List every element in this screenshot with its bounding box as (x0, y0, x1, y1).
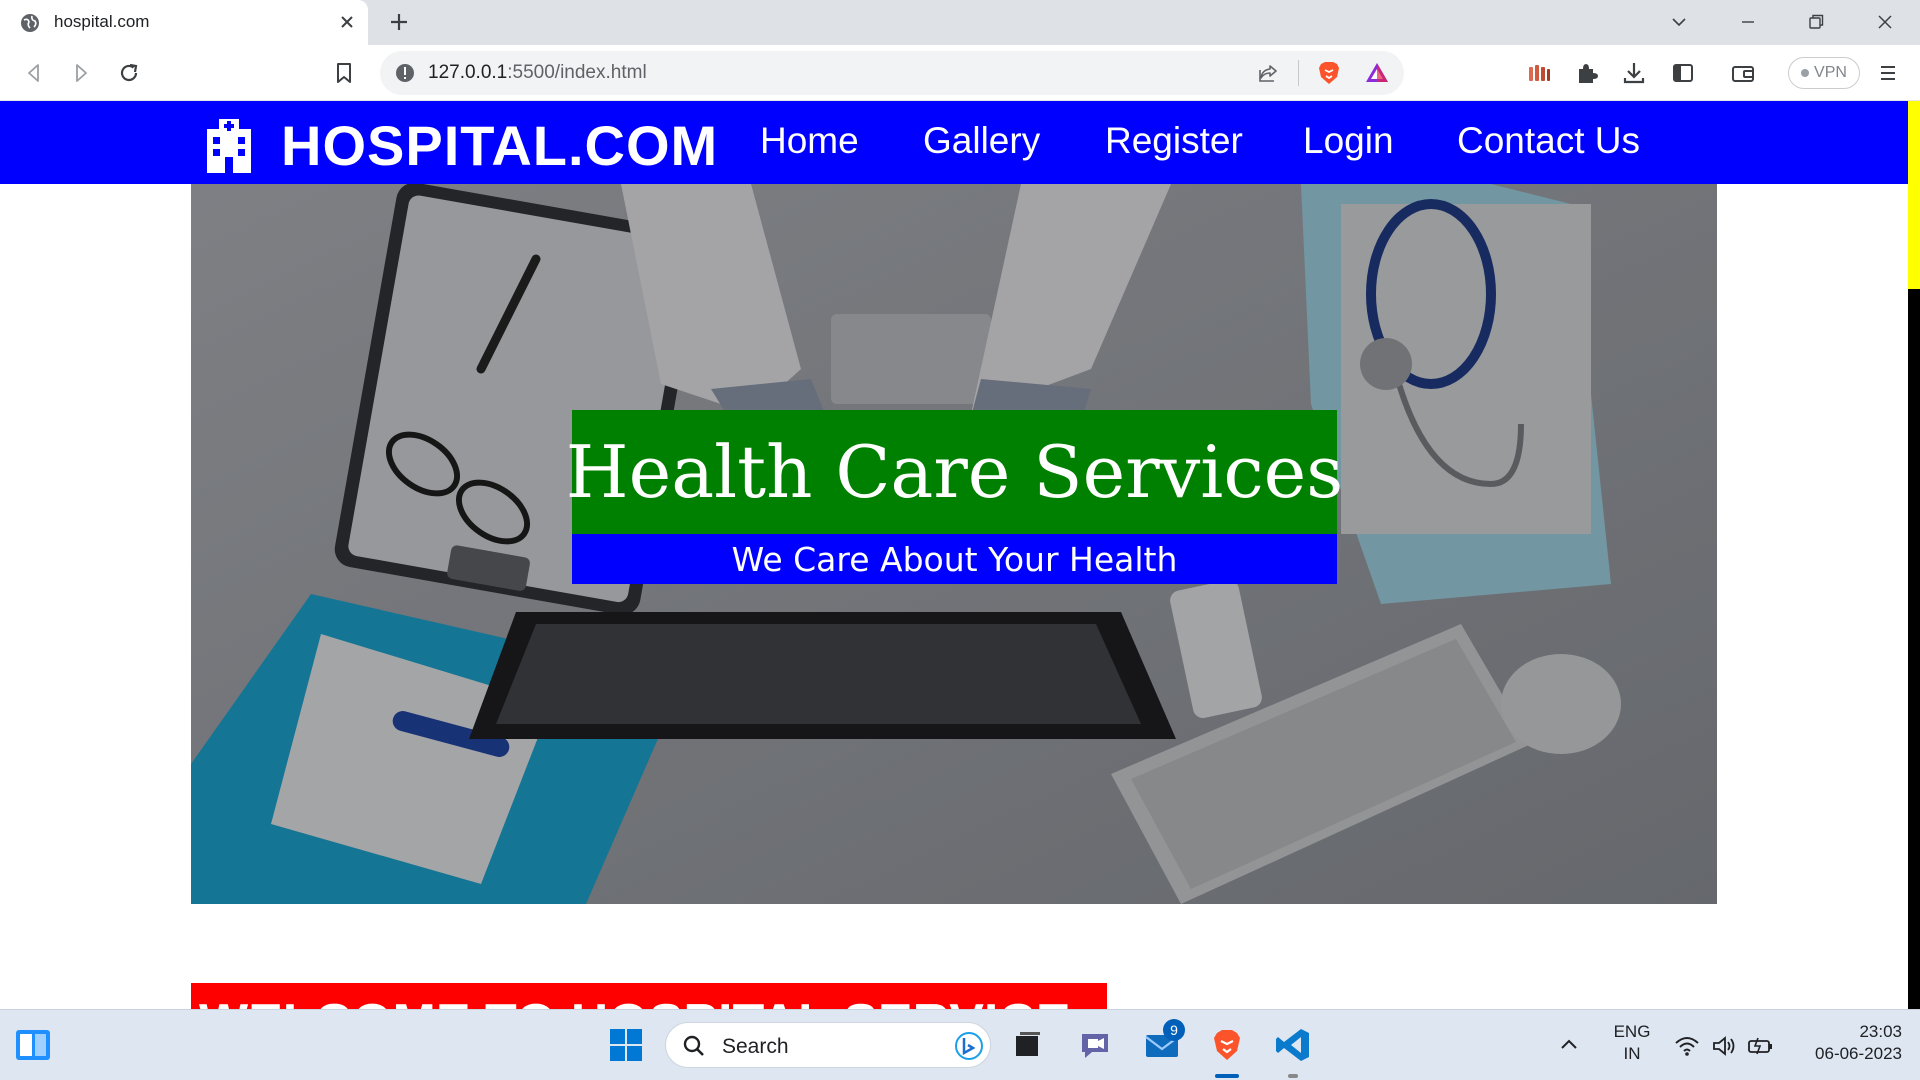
hero-title: Health Care Services (566, 410, 1343, 534)
nav-contact-us[interactable]: Contact Us (1457, 120, 1640, 162)
language-indicator[interactable]: ENG IN (1606, 1021, 1658, 1065)
brave-active-indicator (1215, 1074, 1239, 1078)
close-window-icon[interactable] (1873, 10, 1897, 34)
vscode-icon[interactable] (1274, 1026, 1312, 1064)
nav-login[interactable]: Login (1303, 120, 1394, 162)
vscode-running-indicator (1288, 1074, 1298, 1078)
clock-date: 06-06-2023 (1815, 1044, 1902, 1063)
search-icon (683, 1035, 704, 1056)
windows-taskbar: Search 9 ENG IN 23:03 06-06-2023 (0, 1009, 1920, 1080)
brave-rewards-icon[interactable] (1363, 59, 1391, 87)
site-brand[interactable]: HOSPITAL.COM (205, 113, 718, 178)
scrollbar-thumb[interactable] (1908, 289, 1920, 1009)
hero-banner: Health Care Services We Care About Your … (191, 184, 1717, 904)
task-view-icon[interactable] (1008, 1026, 1046, 1064)
widgets-icon[interactable] (14, 1026, 52, 1064)
share-icon[interactable] (1256, 61, 1280, 85)
vpn-button[interactable]: VPN (1788, 57, 1860, 89)
windows-start-icon[interactable] (607, 1026, 645, 1064)
address-bar[interactable]: 127.0.0.1:5500/index.html (380, 51, 1404, 95)
nav-home[interactable]: Home (760, 120, 859, 162)
reload-icon[interactable] (115, 59, 143, 87)
globe-icon (21, 14, 39, 32)
hospital-building-icon (207, 118, 251, 173)
sidebar-icon[interactable] (1669, 59, 1697, 87)
page-viewport: HOSPITAL.COM Home Gallery Register Login… (0, 101, 1920, 1009)
tab-title: hospital.com (54, 12, 150, 31)
mail-badge: 9 (1163, 1019, 1185, 1041)
close-icon[interactable] (336, 11, 358, 33)
back-icon[interactable] (20, 59, 48, 87)
teams-chat-icon[interactable] (1076, 1026, 1114, 1064)
download-icon[interactable] (1620, 59, 1648, 87)
menu-icon[interactable] (1874, 59, 1902, 87)
brave-taskbar-icon[interactable] (1208, 1026, 1246, 1064)
hero-subtitle: We Care About Your Health (572, 534, 1337, 584)
vpn-label: VPN (1814, 64, 1847, 81)
browser-toolbar: 127.0.0.1:5500/index.html VPN (0, 45, 1920, 101)
bookmark-icon[interactable] (330, 59, 358, 87)
wifi-icon[interactable] (1673, 1032, 1701, 1060)
brave-lion-icon[interactable] (1315, 59, 1343, 87)
site-navbar: HOSPITAL.COM Home Gallery Register Login… (0, 101, 1908, 184)
language-code: ENG (1613, 1022, 1651, 1041)
info-icon[interactable] (394, 62, 416, 84)
tray-chevron-icon[interactable] (1556, 1032, 1582, 1058)
plus-icon[interactable] (387, 10, 411, 34)
bing-icon[interactable] (954, 1031, 984, 1061)
wallet-icon[interactable] (1729, 59, 1757, 87)
url-text[interactable]: 127.0.0.1:5500/index.html (428, 62, 647, 84)
minimize-icon[interactable] (1736, 10, 1760, 34)
clock[interactable]: 23:03 06-06-2023 (1790, 1021, 1902, 1065)
brave-talk-icon[interactable] (1525, 59, 1553, 87)
nav-register[interactable]: Register (1105, 120, 1243, 162)
taskbar-search[interactable]: Search (665, 1022, 991, 1068)
clock-time: 23:03 (1859, 1022, 1902, 1041)
chevron-down-icon[interactable] (1667, 10, 1691, 34)
forward-icon[interactable] (67, 59, 95, 87)
language-region: IN (1623, 1044, 1641, 1063)
brand-name: HOSPITAL.COM (281, 114, 719, 177)
restore-icon[interactable] (1804, 10, 1828, 34)
page-scrollbar[interactable] (1908, 101, 1920, 1009)
omnibox-divider (1298, 60, 1299, 86)
browser-tab-strip: hospital.com (0, 0, 1920, 45)
vpn-status-dot (1801, 69, 1810, 77)
scrollbar-track[interactable] (1908, 101, 1920, 289)
welcome-banner: WELCOME TO HOSPITAL SERVICE (191, 983, 1107, 1009)
nav-gallery[interactable]: Gallery (923, 120, 1040, 162)
browser-tab[interactable]: hospital.com (0, 0, 368, 45)
puzzle-icon[interactable] (1573, 59, 1601, 87)
search-placeholder: Search (722, 1035, 789, 1058)
battery-icon[interactable] (1746, 1032, 1774, 1060)
volume-icon[interactable] (1710, 1032, 1738, 1060)
